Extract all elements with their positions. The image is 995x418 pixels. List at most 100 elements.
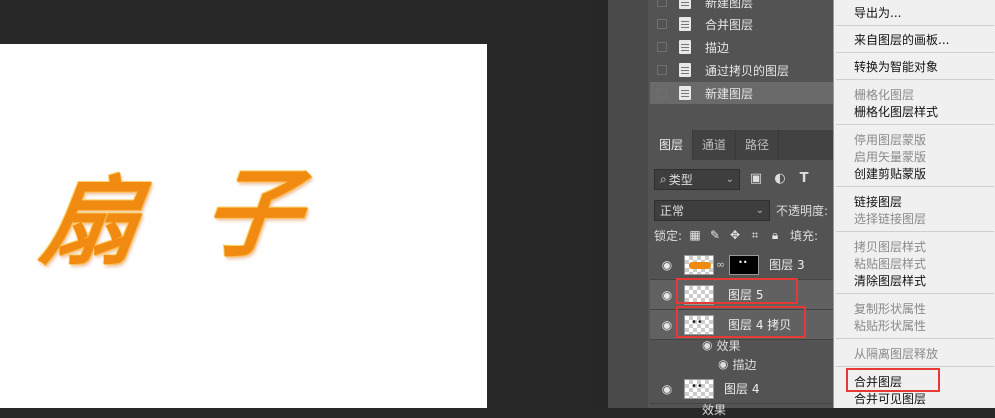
history-item[interactable]: 描边	[650, 36, 845, 58]
document-icon	[679, 17, 691, 31]
menu-item-artboard-from-layers[interactable]: 来自图层的画板...	[854, 31, 949, 48]
history-item-label: 通过拷贝的图层	[705, 63, 790, 78]
lock-brush-icon[interactable]: ✎	[708, 228, 722, 242]
menu-item-copy-shape-attributes: 复制形状属性	[854, 302, 927, 316]
highlight-box	[676, 306, 806, 338]
history-panel: 新建图层 合并图层 描边 通过拷贝的图层 新建图层	[650, 0, 845, 108]
menu-separator	[836, 52, 994, 53]
tab-paths[interactable]: 路径	[736, 130, 780, 160]
effects-label: 效果	[702, 402, 727, 417]
artboard[interactable]: 扇 子	[0, 44, 487, 408]
eye-icon[interactable]: ◉	[659, 382, 675, 396]
highlight-box	[846, 368, 940, 392]
document-canvas[interactable]: 扇 子	[0, 0, 592, 408]
menu-separator	[836, 366, 994, 367]
blend-mode-select[interactable]: 正常 ⌄	[654, 199, 770, 221]
chain-link-icon[interactable]: ∞	[716, 258, 725, 271]
menu-item-paste-layer-style: 粘贴图层样式	[854, 257, 927, 271]
menu-separator	[836, 79, 994, 80]
menu-item-release-from-isolation: 从隔离图层释放	[854, 347, 939, 361]
lock-artboard-icon[interactable]: ⌗	[748, 228, 762, 243]
effects-label: 效果	[716, 338, 741, 353]
menu-item-rasterize-layer-style[interactable]: 栅格化图层样式	[854, 103, 938, 120]
lock-label: 锁定:	[654, 228, 683, 243]
menu-item-paste-shape-attributes: 粘贴形状属性	[854, 319, 927, 333]
layer-thumbnail	[684, 254, 714, 275]
layer-filter-row: ⌕ 类型 ⌄ ▣ ◐ T	[654, 168, 844, 190]
layers-panel: 图层 通道 路径 ⌕ 类型 ⌄ ▣ ◐ T 正常 ⌄ 不透明度: 锁定: ▦ ✎…	[650, 130, 845, 417]
layer-name: 图层 3	[769, 258, 805, 272]
menu-item-clear-layer-style[interactable]: 清除图层样式	[854, 272, 926, 289]
lock-transparent-icon[interactable]: ▦	[688, 228, 702, 242]
artwork-char-2: 子	[198, 157, 307, 270]
menu-separator	[836, 25, 994, 26]
eye-icon[interactable]: ◉	[659, 318, 675, 332]
menu-item-merge-visible[interactable]: 合并可见图层	[854, 390, 926, 407]
history-item[interactable]: 通过拷贝的图层	[650, 59, 845, 81]
history-snapshot-checkbox[interactable]	[657, 42, 667, 52]
menu-item-link-layers[interactable]: 链接图层	[854, 193, 902, 210]
history-item[interactable]: 新建图层	[650, 0, 845, 13]
eye-icon[interactable]: ◉	[718, 357, 728, 371]
panel-divider[interactable]	[592, 0, 608, 408]
history-item-label: 描边	[705, 40, 730, 55]
menu-item-copy-layer-style: 拷贝图层样式	[854, 240, 927, 254]
menu-separator	[836, 231, 994, 232]
eye-icon[interactable]: ◉	[659, 288, 675, 302]
opacity-label: 不透明度:	[776, 203, 829, 218]
search-icon: ⌕	[660, 171, 667, 186]
menu-item-enable-vector-mask: 启用矢量蒙版	[854, 150, 927, 164]
effects-row[interactable]: ◉ 效果	[650, 336, 845, 354]
icon-strip	[608, 0, 648, 408]
menu-item-select-linked-layers: 选择链接图层	[854, 212, 927, 226]
eye-icon[interactable]: ◉	[659, 258, 675, 272]
menu-item-export-as[interactable]: 导出为...	[854, 4, 901, 21]
history-snapshot-checkbox[interactable]	[657, 19, 667, 29]
menu-item-disable-layer-mask: 停用图层蒙版	[854, 133, 927, 147]
chevron-down-icon: ⌄	[755, 204, 764, 216]
history-snapshot-checkbox[interactable]	[657, 88, 667, 98]
history-item-label: 新建图层	[705, 86, 754, 101]
eye-icon[interactable]: ◉	[702, 338, 712, 352]
pixel-filter-icon[interactable]: ▣	[748, 171, 764, 187]
effects-row[interactable]: 效果	[650, 400, 845, 418]
artwork-char-1: 扇	[34, 165, 147, 278]
type-filter-icon[interactable]: T	[796, 171, 812, 187]
blend-mode-value: 正常	[660, 203, 685, 218]
history-item-label: 新建图层	[705, 0, 754, 10]
document-icon	[679, 0, 691, 9]
menu-separator	[836, 124, 994, 125]
lock-row: 锁定: ▦ ✎ ✥ ⌗ 🔒︎ 填充:	[654, 225, 844, 245]
tab-channels[interactable]: 通道	[693, 130, 737, 160]
blend-row: 正常 ⌄ 不透明度:	[654, 198, 844, 222]
tab-layers[interactable]: 图层	[650, 130, 694, 160]
lock-move-icon[interactable]: ✥	[728, 228, 742, 242]
layer-context-menu: 导出为... 来自图层的画板... 转换为智能对象 栅格化图层 栅格化图层样式 …	[833, 0, 995, 408]
layer-filter-label: 类型	[668, 172, 693, 187]
chevron-down-icon: ⌄	[725, 173, 734, 185]
menu-separator	[836, 293, 994, 294]
history-snapshot-checkbox[interactable]	[657, 0, 667, 7]
menu-item-rasterize-layer: 栅格化图层	[854, 88, 915, 102]
menu-separator	[836, 186, 994, 187]
layer-thumbnail	[684, 378, 714, 399]
document-icon	[679, 86, 691, 100]
adjustment-filter-icon[interactable]: ◐	[772, 171, 788, 187]
panel-tabs: 图层 通道 路径	[650, 130, 845, 160]
lock-all-icon[interactable]: 🔒︎	[768, 228, 782, 243]
stroke-effect-label: 描边	[732, 357, 757, 372]
highlight-box	[676, 278, 798, 304]
layer-name: 图层 4	[724, 382, 760, 396]
history-item-label: 合并图层	[705, 17, 754, 32]
layer-row[interactable]: ◉ ∞ 图层 3	[650, 250, 845, 280]
layer-mask-thumbnail[interactable]	[729, 254, 760, 275]
effect-stroke-row[interactable]: ◉ 描边	[650, 355, 845, 373]
menu-item-convert-smart-object[interactable]: 转换为智能对象	[854, 58, 938, 75]
fill-label: 填充:	[790, 228, 819, 243]
menu-item-create-clipping-mask[interactable]: 创建剪贴蒙版	[854, 165, 926, 182]
menu-separator	[836, 338, 994, 339]
history-item[interactable]: 合并图层	[650, 13, 845, 35]
history-snapshot-checkbox[interactable]	[657, 65, 667, 75]
history-item-current[interactable]: 新建图层	[650, 82, 845, 104]
layer-filter-select[interactable]: ⌕ 类型 ⌄	[654, 168, 740, 190]
